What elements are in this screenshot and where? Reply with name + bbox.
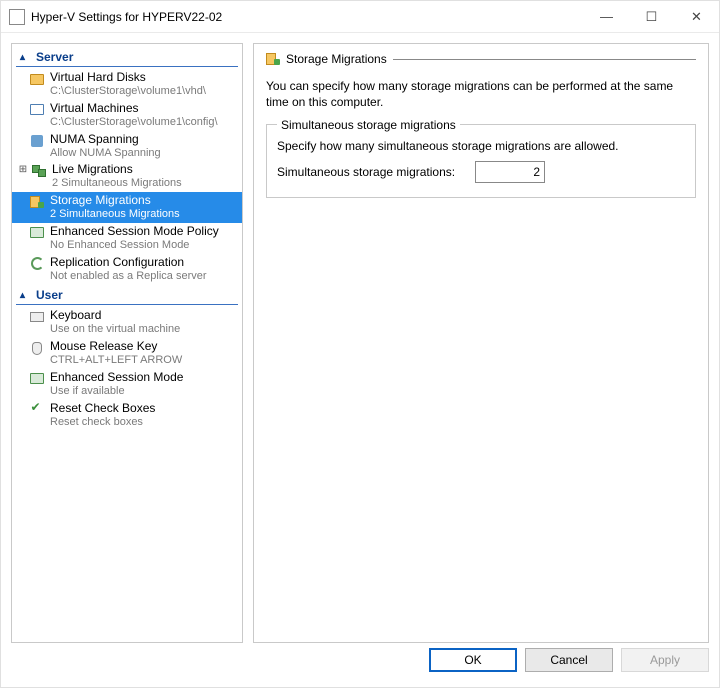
simultaneous-migrations-label: Simultaneous storage migrations:	[277, 165, 455, 179]
maximize-button[interactable]: ☐	[629, 2, 674, 32]
tree-item-label: NUMA Spanning	[50, 132, 161, 147]
tree-item-sub: Use on the virtual machine	[50, 323, 180, 337]
tree-item-enhanced-session-mode[interactable]: Enhanced Session Mode Use if available	[12, 369, 242, 400]
folder-icon	[28, 71, 46, 87]
replication-icon	[28, 256, 46, 272]
tree-item-label: Enhanced Session Mode Policy	[50, 224, 219, 239]
migration-icon	[30, 163, 48, 179]
storage-migration-icon	[266, 53, 280, 65]
tree-item-live-migrations[interactable]: ⊞ Live Migrations 2 Simultaneous Migrati…	[12, 161, 242, 192]
titlebar: Hyper-V Settings for HYPERV22-02 — ☐ ✕	[1, 1, 719, 33]
chevron-up-icon: ▴	[20, 52, 32, 63]
tree-item-reset-check-boxes[interactable]: Reset Check Boxes Reset check boxes	[12, 400, 242, 431]
tree-item-sub: C:\ClusterStorage\volume1\vhd\	[50, 85, 206, 99]
tree-item-replication-configuration[interactable]: Replication Configuration Not enabled as…	[12, 254, 242, 285]
panel-title: Storage Migrations	[286, 52, 387, 66]
app-icon	[9, 9, 25, 25]
settings-panel: Storage Migrations You can specify how m…	[253, 43, 709, 643]
section-label: Server	[36, 50, 73, 64]
cancel-button[interactable]: Cancel	[525, 648, 613, 672]
settings-tree[interactable]: ▴ Server Virtual Hard Disks C:\ClusterSt…	[11, 43, 243, 643]
tree-item-numa-spanning[interactable]: NUMA Spanning Allow NUMA Spanning	[12, 131, 242, 162]
apply-button[interactable]: Apply	[621, 648, 709, 672]
tree-item-enhanced-session-mode-policy[interactable]: Enhanced Session Mode Policy No Enhanced…	[12, 223, 242, 254]
vm-icon	[28, 102, 46, 118]
section-header-user[interactable]: ▴ User	[16, 286, 238, 305]
tree-item-storage-migrations[interactable]: Storage Migrations 2 Simultaneous Migrat…	[12, 192, 242, 223]
tree-item-virtual-hard-disks[interactable]: Virtual Hard Disks C:\ClusterStorage\vol…	[12, 69, 242, 100]
tree-item-label: Storage Migrations	[50, 193, 180, 208]
tree-item-label: Keyboard	[50, 308, 180, 323]
simultaneous-migrations-input[interactable]	[475, 161, 545, 183]
tree-item-label: Live Migrations	[52, 162, 182, 177]
tree-item-sub: Allow NUMA Spanning	[50, 147, 161, 161]
tree-item-sub: Use if available	[50, 385, 183, 399]
content-area: ▴ Server Virtual Hard Disks C:\ClusterSt…	[1, 33, 719, 643]
tree-item-sub: Reset check boxes	[50, 416, 155, 430]
keyboard-icon	[28, 309, 46, 325]
tree-item-virtual-machines[interactable]: Virtual Machines C:\ClusterStorage\volum…	[12, 100, 242, 131]
window-title: Hyper-V Settings for HYPERV22-02	[31, 10, 222, 24]
dialog-buttons: OK Cancel Apply	[1, 643, 719, 687]
chevron-up-icon: ▴	[20, 290, 32, 301]
check-icon	[28, 402, 46, 418]
tree-item-label: Virtual Machines	[50, 101, 218, 116]
tree-item-keyboard[interactable]: Keyboard Use on the virtual machine	[12, 307, 242, 338]
tree-item-mouse-release-key[interactable]: Mouse Release Key CTRL+ALT+LEFT ARROW	[12, 338, 242, 369]
group-instruction: Specify how many simultaneous storage mi…	[277, 139, 685, 153]
tree-item-label: Reset Check Boxes	[50, 401, 155, 416]
expand-icon[interactable]: ⊞	[16, 164, 30, 177]
mouse-icon	[28, 340, 46, 356]
monitor-icon	[28, 225, 46, 241]
tree-item-sub: CTRL+ALT+LEFT ARROW	[50, 354, 182, 368]
storage-migration-icon	[28, 194, 46, 210]
ok-button[interactable]: OK	[429, 648, 517, 672]
minimize-button[interactable]: —	[584, 2, 629, 32]
tree-item-sub: C:\ClusterStorage\volume1\config\	[50, 116, 218, 130]
panel-description: You can specify how many storage migrati…	[266, 78, 696, 110]
tree-item-sub: No Enhanced Session Mode	[50, 239, 219, 253]
numa-icon	[28, 133, 46, 149]
tree-item-label: Enhanced Session Mode	[50, 370, 183, 385]
tree-item-sub: 2 Simultaneous Migrations	[52, 177, 182, 191]
tree-item-label: Replication Configuration	[50, 255, 207, 270]
monitor-icon	[28, 371, 46, 387]
group-legend: Simultaneous storage migrations	[277, 118, 460, 132]
tree-item-sub: Not enabled as a Replica server	[50, 270, 207, 284]
simultaneous-migrations-group: Simultaneous storage migrations Specify …	[266, 124, 696, 198]
tree-item-label: Mouse Release Key	[50, 339, 182, 354]
separator	[393, 59, 696, 60]
close-button[interactable]: ✕	[674, 2, 719, 32]
tree-item-label: Virtual Hard Disks	[50, 70, 206, 85]
section-label: User	[36, 288, 63, 302]
tree-item-sub: 2 Simultaneous Migrations	[50, 208, 180, 222]
section-header-server[interactable]: ▴ Server	[16, 48, 238, 67]
